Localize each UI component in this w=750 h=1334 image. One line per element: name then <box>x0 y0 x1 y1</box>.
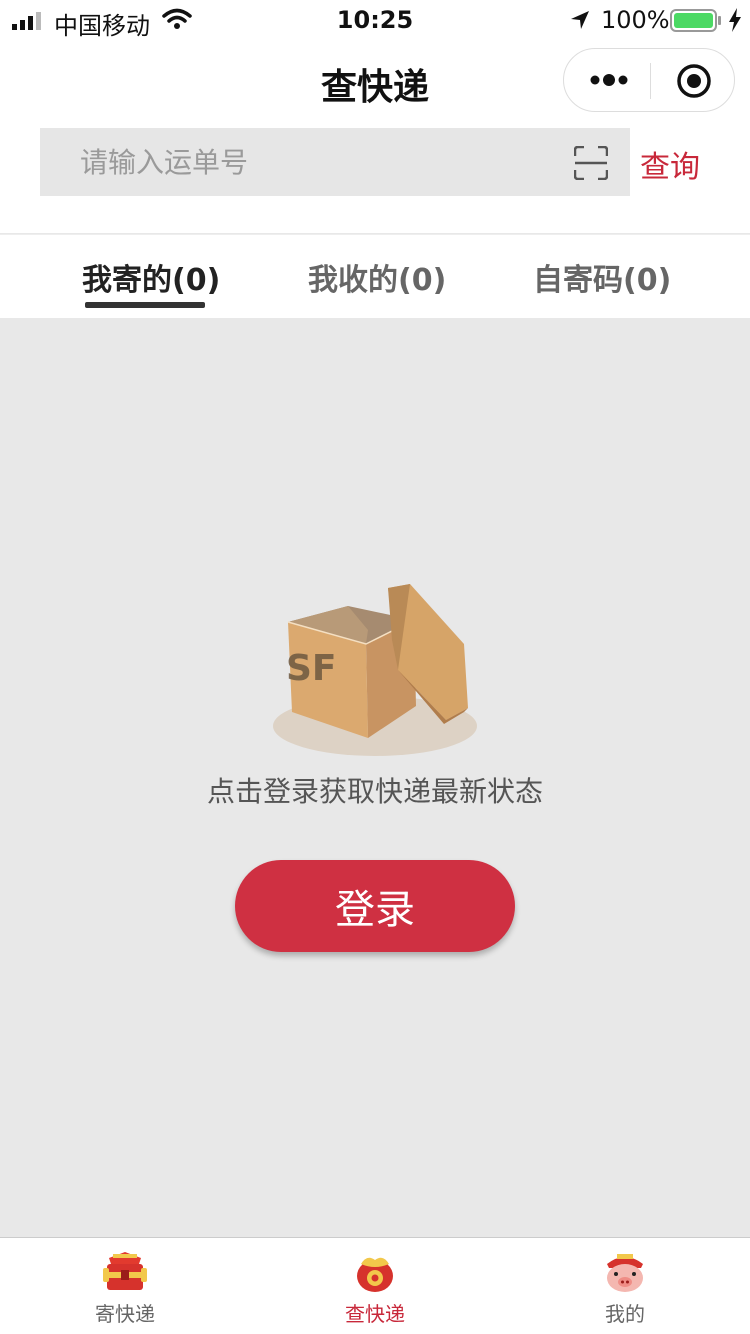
more-icon[interactable] <box>588 69 630 91</box>
search-section: 查询 <box>0 128 750 233</box>
close-target-icon[interactable] <box>676 63 712 99</box>
status-bar: 中国移动 10:25 100% <box>0 0 750 40</box>
search-box <box>40 128 630 196</box>
tab-self-send-code[interactable]: 自寄码(0) <box>533 255 671 299</box>
bottom-tab-bar: 寄快递 查快递 我的 <box>0 1237 750 1334</box>
login-button[interactable]: 登录 <box>235 860 515 952</box>
tabbar-item-track[interactable]: 查快递 <box>250 1238 500 1334</box>
active-tab-indicator <box>85 302 205 308</box>
tabbar-item-profile[interactable]: 我的 <box>500 1238 750 1334</box>
miniprogram-capsule <box>563 48 735 112</box>
location-arrow-icon <box>571 11 589 29</box>
empty-state-message: 点击登录获取快递最新状态 <box>206 775 543 808</box>
profile-icon <box>607 1254 643 1292</box>
tab-sent[interactable]: 我寄的(0) <box>82 255 220 299</box>
tabbar-label-track: 查快递 <box>345 1302 405 1326</box>
tabbar-item-send[interactable]: 寄快递 <box>0 1238 250 1334</box>
shipment-tabs: 我寄的(0) 我收的(0) 自寄码(0) <box>0 234 750 318</box>
capsule-divider <box>650 63 651 99</box>
query-button[interactable]: 查询 <box>640 142 700 186</box>
svg-text:SF: SF <box>286 648 337 689</box>
tabbar-label-profile: 我的 <box>605 1302 645 1326</box>
tab-received[interactable]: 我收的(0) <box>308 255 446 299</box>
charging-icon <box>729 8 741 32</box>
tabbar-label-send: 寄快递 <box>95 1302 155 1326</box>
send-package-icon <box>103 1252 147 1290</box>
scan-icon[interactable] <box>574 146 608 180</box>
battery-percent: 100% <box>601 6 670 34</box>
tracking-number-input[interactable] <box>80 128 550 196</box>
track-package-icon <box>357 1257 393 1292</box>
sf-open-box-illustration: SF <box>273 584 477 756</box>
nav-bar: 查快递 <box>0 40 750 128</box>
battery-icon <box>670 9 721 32</box>
